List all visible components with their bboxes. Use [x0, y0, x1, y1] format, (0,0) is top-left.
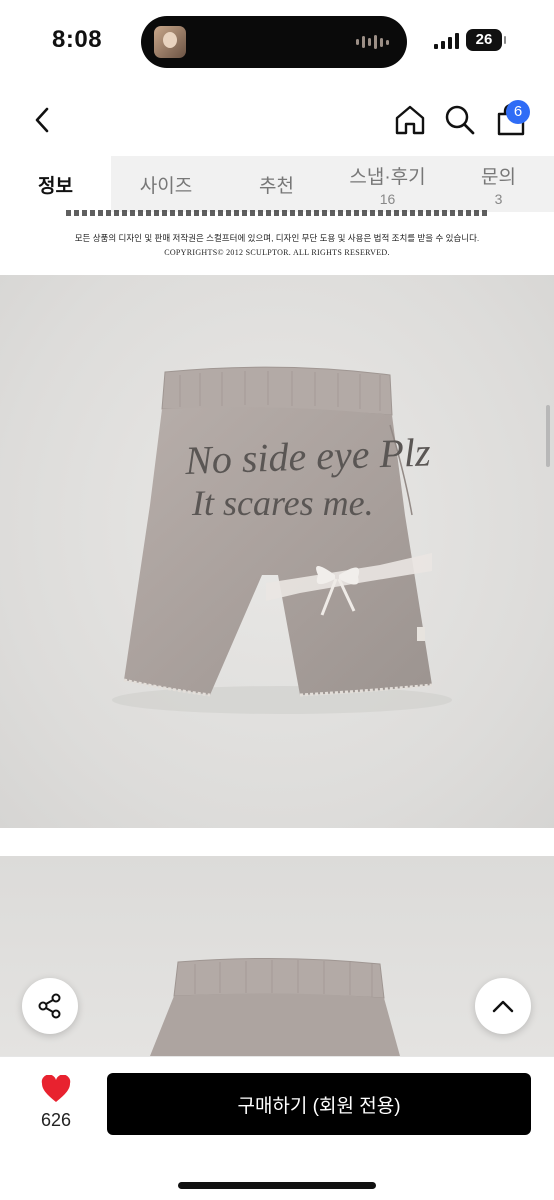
- now-playing-thumbnail: [154, 26, 186, 58]
- bottom-action-bar: 626 구매하기 (회원 전용): [0, 1056, 554, 1200]
- copyright-notice: 모든 상품의 디자인 및 판매 저작권은 스컬프터에 있으며, 디자인 무단 도…: [0, 210, 554, 274]
- chevron-up-icon: [492, 1000, 514, 1013]
- shorts-print-line1: No side eye Plz: [183, 429, 431, 483]
- battery-icon: 26: [466, 29, 506, 51]
- dynamic-island[interactable]: [141, 16, 407, 68]
- cut-off-text-line: [66, 210, 490, 216]
- tab-label: 정보: [38, 175, 73, 197]
- tab-label: 문의: [481, 166, 516, 188]
- home-icon: [395, 105, 425, 135]
- back-button[interactable]: [24, 100, 60, 140]
- share-icon: [38, 993, 61, 1019]
- tab-count: 16: [379, 190, 396, 207]
- notice-text: 모든 상품의 디자인 및 판매 저작권은 스컬프터에 있으며, 디자인 무단 도…: [74, 233, 480, 243]
- cart-count-badge: 6: [506, 100, 530, 124]
- tab-snap-review[interactable]: 스냅·후기 16: [332, 156, 443, 212]
- status-time: 8:08: [52, 26, 103, 53]
- scroll-to-top-button[interactable]: [475, 978, 531, 1034]
- cellular-signal-icon: [434, 33, 459, 49]
- product-image-secondary: [0, 856, 554, 1056]
- tab-info[interactable]: 정보: [0, 156, 111, 212]
- like-button[interactable]: 626: [28, 1074, 84, 1135]
- audio-waveform-icon: [356, 34, 389, 50]
- product-image: No side eye Plz It scares me.: [0, 275, 554, 828]
- share-button[interactable]: [22, 978, 78, 1034]
- tab-inquiry[interactable]: 문의 3: [443, 156, 554, 212]
- status-bar: 8:08 26: [0, 0, 554, 82]
- nav-bar: [0, 82, 554, 156]
- buy-button[interactable]: 구매하기 (회원 전용): [107, 1073, 531, 1135]
- tab-size[interactable]: 사이즈: [111, 156, 221, 212]
- shorts-illustration-secondary: [150, 957, 400, 1056]
- shorts-print-line2: It scares me.: [191, 483, 374, 523]
- tab-label: 사이즈: [139, 175, 193, 197]
- tab-label: 스냅·후기: [349, 166, 426, 188]
- shorts-illustration: No side eye Plz It scares me.: [112, 366, 452, 714]
- search-icon: [445, 105, 475, 135]
- home-indicator: [178, 1182, 376, 1189]
- tab-label: 추천: [259, 175, 294, 197]
- search-button[interactable]: [440, 100, 480, 140]
- image-divider: [0, 828, 554, 856]
- copyright-text: COPYRIGHTS© 2012 SCULPTOR. ALL RIGHTS RE…: [164, 248, 390, 257]
- scrollbar[interactable]: [546, 405, 550, 467]
- chevron-left-icon: [35, 107, 49, 133]
- like-count: 626: [40, 1110, 72, 1130]
- home-button[interactable]: [390, 100, 430, 140]
- tab-recommend[interactable]: 추천: [221, 156, 332, 212]
- product-tabs: 정보 사이즈 추천 스냅·후기 16 문의 3: [0, 156, 554, 212]
- tab-count: 3: [494, 190, 503, 207]
- heart-icon: [41, 1074, 71, 1102]
